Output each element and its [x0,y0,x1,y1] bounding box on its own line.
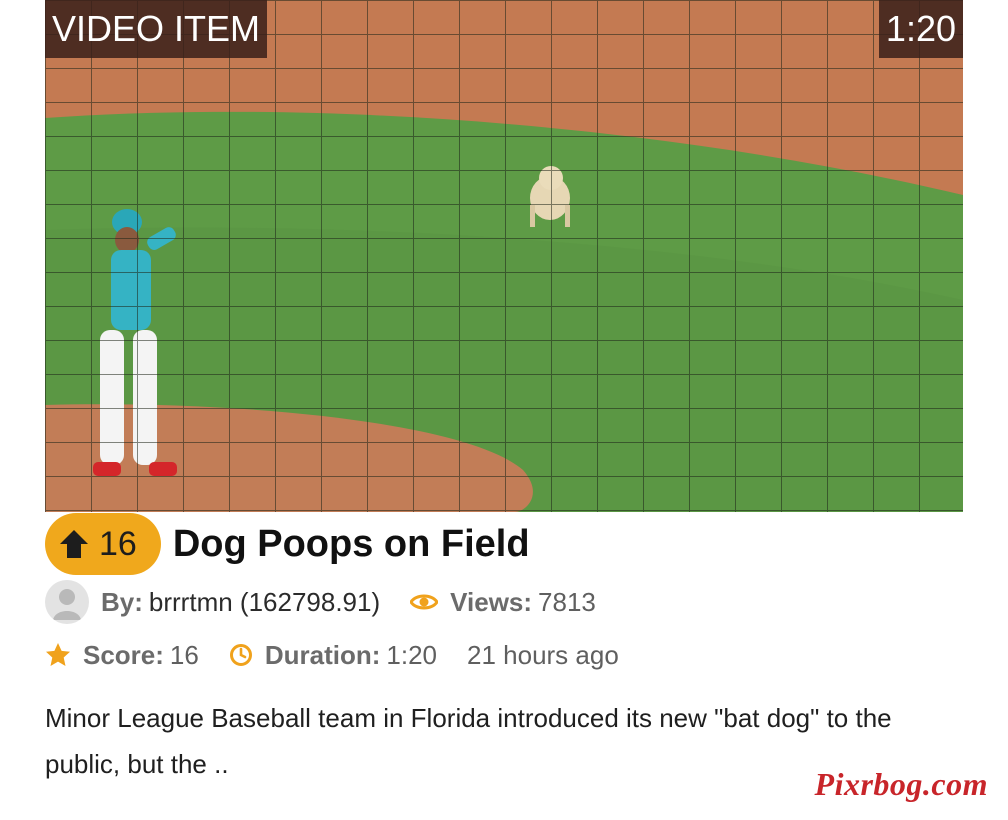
time-ago: 21 hours ago [467,639,619,670]
score-label: Score: [83,639,164,670]
post-description: Minor League Baseball team in Florida in… [45,703,892,779]
user-avatar-icon[interactable] [45,580,89,624]
title-row: 16 Dog Poops on Field [45,512,530,576]
score-value: 16 [169,639,199,670]
vote-count: 16 [99,524,137,563]
by-label: By: [101,586,143,617]
clock-icon [229,643,253,667]
views-value: 7813 [538,586,596,617]
duration-value: 1:20 [386,639,437,670]
video-card: VIDEO ITEM 1:20 16 Dog Poops on Field By… [0,0,1008,820]
eye-icon [410,592,439,612]
views-label: Views: [450,586,533,617]
star-icon [45,642,71,668]
author-link[interactable]: brrrtmn (162798.91) [149,587,380,618]
arrow-up-icon [57,527,91,561]
meta-row-author: By: brrrtmn (162798.91) Views: 7813 [45,578,596,626]
duration-badge: 1:20 [878,0,963,58]
post-title[interactable]: Dog Poops on Field [173,523,530,566]
thumbnail-image [45,0,963,512]
watermark-logo: Pixrbog.com [814,766,988,802]
upvote-button[interactable]: 16 [45,513,161,575]
duration-label: Duration: [264,639,381,670]
video-thumbnail[interactable]: VIDEO ITEM 1:20 [45,0,963,512]
video-item-badge: VIDEO ITEM [45,0,268,58]
meta-row-stats: Score: 16 Duration: 1:20 21 hours ago [45,632,619,678]
